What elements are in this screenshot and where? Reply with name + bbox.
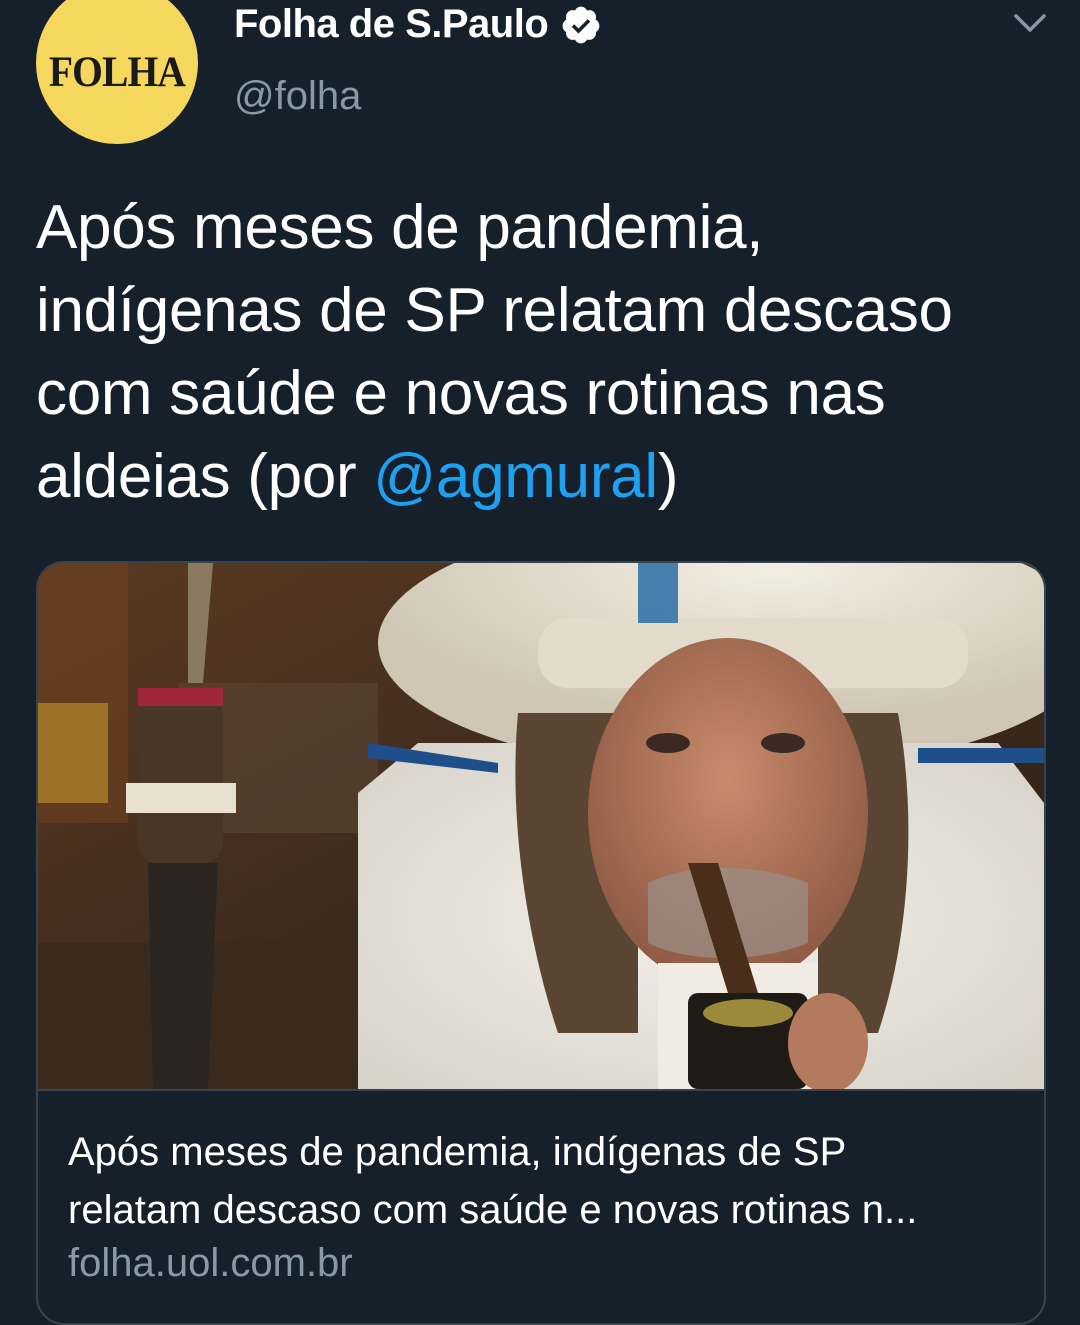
avatar[interactable]: FOLHA xyxy=(36,0,198,144)
avatar-logo-text: FOLHA xyxy=(48,48,186,96)
display-name[interactable]: Folha de S.Paulo xyxy=(234,2,549,47)
tweet-text-line: com saúde e novas rotinas nas xyxy=(36,359,886,428)
article-image[interactable] xyxy=(38,563,1044,1089)
tweet[interactable]: FOLHA Folha de S.Paulo @folha Após meses… xyxy=(0,0,1080,1325)
tweet-text-segment: ) xyxy=(657,442,679,511)
card-domain[interactable]: folha.uol.com.br xyxy=(68,1241,353,1286)
tweet-text-line: indígenas de SP relatam descaso xyxy=(36,276,953,345)
author-name-row[interactable]: Folha de S.Paulo xyxy=(234,2,602,47)
card-title-line: relatam descaso com saúde e novas rotina… xyxy=(68,1188,918,1232)
card-title-line: Após meses de pandemia, indígenas de SP xyxy=(68,1130,847,1174)
verified-badge-icon xyxy=(562,6,600,43)
chevron-down-icon[interactable] xyxy=(1012,10,1048,38)
mention-link[interactable]: @agmural xyxy=(373,442,658,511)
link-preview-card[interactable]: Após meses de pandemia, indígenas de SP … xyxy=(36,561,1046,1325)
tweet-text-line: Após meses de pandemia, xyxy=(36,193,764,262)
card-divider xyxy=(38,1089,1044,1091)
tweet-text-segment: aldeias (por xyxy=(36,442,374,511)
user-handle[interactable]: @folha xyxy=(234,74,361,119)
card-title[interactable]: Após meses de pandemia, indígenas de SP … xyxy=(68,1123,1018,1239)
tweet-text-line: aldeias (por @agmural) xyxy=(36,435,1046,518)
tweet-text: Após meses de pandemia, indígenas de SP … xyxy=(36,186,1046,518)
